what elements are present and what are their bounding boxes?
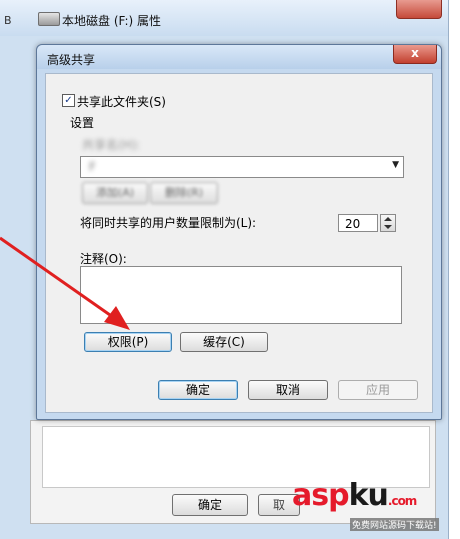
watermark-subtitle: 免费网站源码下载站! xyxy=(350,518,439,531)
share-name-label: 共享名(H): xyxy=(82,138,141,152)
drive-icon xyxy=(38,12,60,26)
check-icon: ✓ xyxy=(64,95,73,106)
add-share-button[interactable]: 添加(A) xyxy=(82,182,148,204)
watermark-logo: aspku.com xyxy=(292,478,417,513)
share-name-select[interactable]: F ▼ xyxy=(80,156,404,178)
dialog-title: 高级共享 xyxy=(47,53,96,67)
comment-label: 注释(O): xyxy=(80,252,127,266)
spinner-down-icon[interactable] xyxy=(384,225,392,229)
properties-titlebar: B 本地磁盘 (F:) 属性 xyxy=(0,0,448,36)
properties-ok-button[interactable]: 确定 xyxy=(172,494,248,516)
watermark-part2: ku xyxy=(348,478,389,513)
cache-button[interactable]: 缓存(C) xyxy=(180,332,268,352)
cancel-button[interactable]: 取消 xyxy=(248,380,328,400)
share-name-value: F xyxy=(89,160,97,174)
user-limit-input[interactable]: 20 xyxy=(338,214,378,232)
permissions-button[interactable]: 权限(P) xyxy=(84,332,172,352)
dialog-body: ✓ 共享此文件夹(S) 设置 共享名(H): F ▼ 添加(A) 删除(R) 将… xyxy=(45,73,433,413)
dialog-close-button[interactable]: x xyxy=(393,45,437,64)
spinner-up-icon[interactable] xyxy=(384,217,392,221)
dialog-titlebar: 高级共享 x xyxy=(37,45,441,69)
ok-button[interactable]: 确定 xyxy=(158,380,238,400)
watermark-tld: .com xyxy=(387,494,417,508)
close-icon: x xyxy=(411,46,419,60)
share-folder-checkbox[interactable]: ✓ xyxy=(62,94,75,107)
share-folder-label[interactable]: 共享此文件夹(S) xyxy=(77,93,166,110)
user-limit-label: 将同时共享的用户数量限制为(L): xyxy=(80,216,257,230)
spinner-icon[interactable] xyxy=(380,214,396,232)
remove-share-button[interactable]: 删除(R) xyxy=(150,182,218,204)
properties-close-button[interactable] xyxy=(396,0,442,19)
apply-button: 应用 xyxy=(338,380,418,400)
chevron-down-icon: ▼ xyxy=(392,160,399,170)
advanced-sharing-dialog: 高级共享 x ✓ 共享此文件夹(S) 设置 共享名(H): F ▼ 添加(A) … xyxy=(36,44,442,420)
window-edge-letter: B xyxy=(4,14,12,27)
watermark-part1: asp xyxy=(292,478,350,513)
settings-group-label: 设置 xyxy=(70,116,95,130)
properties-title: 本地磁盘 (F:) 属性 xyxy=(62,14,162,28)
comment-textarea[interactable] xyxy=(80,266,402,324)
